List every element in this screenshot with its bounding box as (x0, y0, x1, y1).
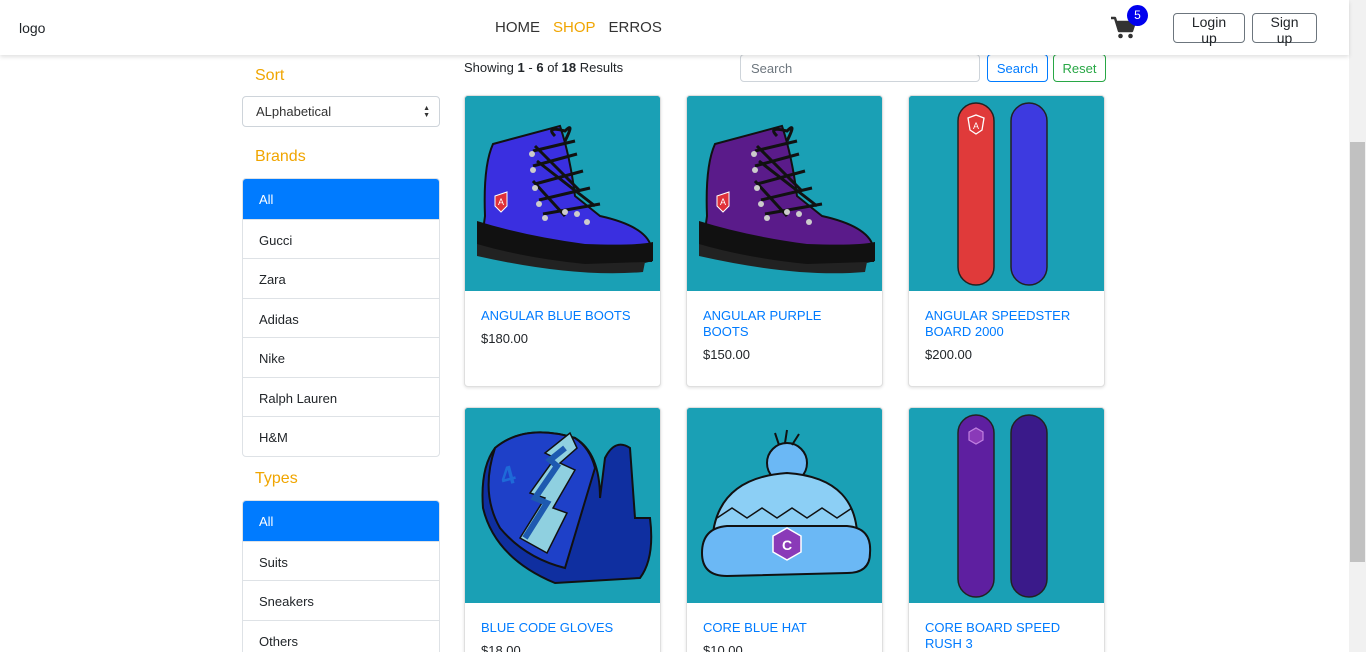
select-arrows-icon: ▲ ▼ (423, 105, 430, 119)
brand-item-nike[interactable]: Nike (243, 337, 439, 377)
navbar: logo HOME SHOP ERROS 5 Login up Sign up (0, 0, 1349, 55)
product-title[interactable]: ANGULAR SPEEDSTER BOARD 2000 (909, 291, 1104, 340)
type-item-sneakers[interactable]: Sneakers (243, 580, 439, 620)
type-item-suits[interactable]: Suits (243, 540, 439, 581)
scrollbar-thumb[interactable] (1350, 142, 1365, 562)
types-title: Types (255, 470, 298, 487)
page-scrollbar[interactable] (1349, 0, 1366, 652)
brand-item-all[interactable]: All (243, 179, 439, 219)
snowboard-icon[interactable]: A (909, 96, 1104, 291)
types-list: All Suits Sneakers Others (242, 500, 440, 652)
sort-select[interactable]: ALphabetical ▲ ▼ (242, 96, 440, 127)
nav-home[interactable]: HOME (495, 19, 540, 36)
product-card[interactable]: CORE BOARD SPEED RUSH 3 (908, 407, 1105, 652)
logo[interactable]: logo (19, 20, 45, 36)
search-button[interactable]: Search (987, 54, 1048, 82)
purple-boot-icon[interactable]: A (687, 96, 882, 291)
signup-button[interactable]: Sign up (1252, 13, 1317, 46)
nav-links: HOME SHOP ERROS (495, 19, 662, 36)
product-title[interactable]: ANGULAR PURPLE BOOTS (687, 291, 882, 340)
purple-snowboard-icon[interactable] (909, 408, 1104, 603)
product-title[interactable]: BLUE CODE GLOVES (465, 603, 660, 636)
product-card[interactable]: A ANGULAR SPEEDSTER BOARD 2000 $200.00 (908, 95, 1105, 387)
product-card[interactable]: A ANGULAR PURPLE BOOTS $150.00 (686, 95, 883, 387)
product-price: $180.00 (481, 331, 528, 346)
nav-erros[interactable]: ERROS (609, 19, 662, 36)
reset-button[interactable]: Reset (1053, 54, 1106, 82)
brand-item-adidas[interactable]: Adidas (243, 297, 439, 338)
type-item-others[interactable]: Others (243, 619, 439, 652)
brand-item-hm[interactable]: H&M (243, 416, 439, 456)
svg-text:A: A (720, 197, 726, 207)
cart-count-badge: 5 (1127, 5, 1148, 26)
svg-text:A: A (973, 121, 979, 131)
blue-mitten-icon[interactable]: 4 (465, 408, 660, 603)
type-item-all[interactable]: All (243, 501, 439, 541)
product-price: $18.00 (481, 643, 521, 652)
brands-title: Brands (255, 148, 306, 165)
nav-shop[interactable]: SHOP (553, 19, 596, 36)
brand-item-ralph-lauren[interactable]: Ralph Lauren (243, 376, 439, 417)
search-input[interactable] (740, 54, 980, 82)
product-card[interactable]: C CORE BLUE HAT $10.00 (686, 407, 883, 652)
brand-item-gucci[interactable]: Gucci (243, 218, 439, 259)
product-title[interactable]: ANGULAR BLUE BOOTS (465, 291, 660, 324)
product-price: $10.00 (703, 643, 743, 652)
svg-text:A: A (498, 197, 504, 207)
product-title[interactable]: CORE BOARD SPEED RUSH 3 (909, 603, 1104, 652)
product-card[interactable]: A ANGULAR BLUE BOOTS $180.00 (464, 95, 661, 387)
brands-list: All Gucci Zara Adidas Nike Ralph Lauren … (242, 178, 440, 457)
sort-select-value: ALphabetical (256, 104, 332, 119)
results-summary: Showing 1 - 6 of 18 Results (464, 60, 624, 75)
blue-boot-icon[interactable]: A (465, 96, 660, 291)
product-price: $200.00 (925, 347, 972, 362)
product-title[interactable]: CORE BLUE HAT (687, 603, 882, 636)
login-button[interactable]: Login up (1173, 13, 1245, 46)
product-card[interactable]: 4 BLUE CODE GLOVES $18.00 (464, 407, 661, 652)
blue-beanie-icon[interactable]: C (687, 408, 882, 603)
svg-text:C: C (782, 537, 792, 553)
brand-item-zara[interactable]: Zara (243, 258, 439, 298)
product-price: $150.00 (703, 347, 750, 362)
sort-title: Sort (255, 67, 285, 84)
